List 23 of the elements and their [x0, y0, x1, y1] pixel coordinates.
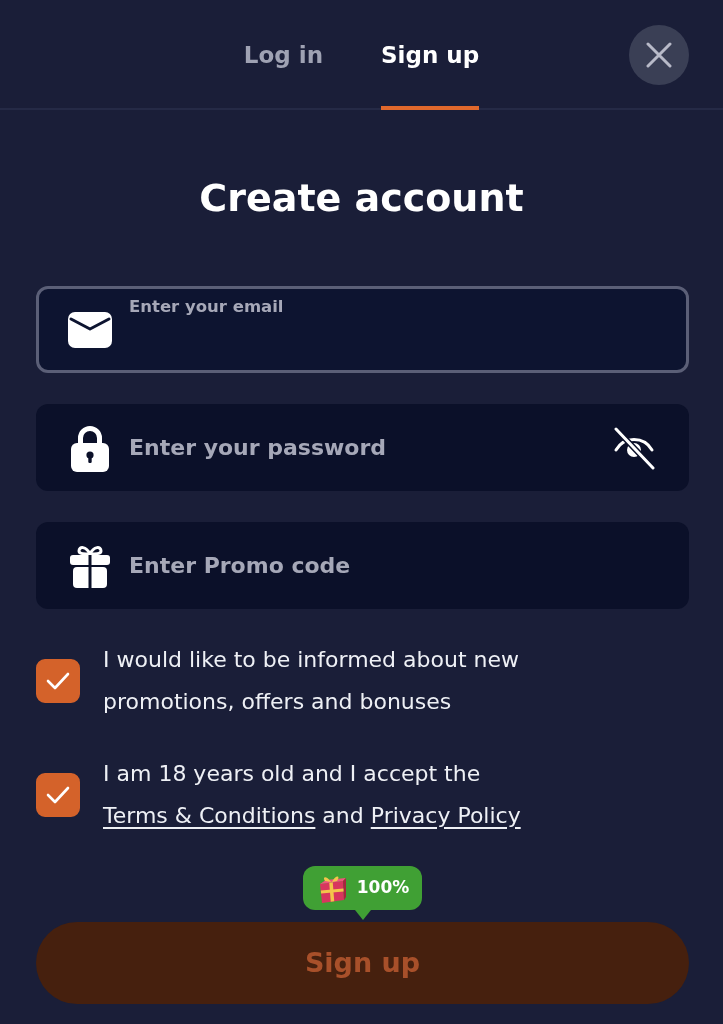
- envelope-icon: [68, 311, 112, 348]
- lock-icon: [71, 423, 109, 472]
- checkbox[interactable]: [36, 659, 80, 703]
- form-title: Create account: [198, 175, 525, 222]
- floating-label: Enter your email: [129, 296, 285, 318]
- tab[interactable]: Sign up: [381, 0, 480, 110]
- text-link[interactable]: Privacy Policy: [370, 803, 521, 828]
- text-link[interactable]: Terms & Conditions: [103, 803, 316, 828]
- checkbox[interactable]: [36, 773, 80, 817]
- promo-code-field[interactable]: Enter Promo code: [36, 522, 689, 609]
- check-icon: [46, 672, 70, 690]
- gift-icon: [70, 543, 110, 588]
- bonus-percent: 100%: [356, 876, 410, 900]
- promo-code-input[interactable]: Enter Promo code: [129, 549, 656, 582]
- check-icon: [46, 786, 70, 804]
- consent-text: I would like to be informed about new promotions, offers and bonuses: [103, 646, 520, 716]
- eye-slash-icon[interactable]: [612, 425, 656, 470]
- password-input[interactable]: Enter your password: [129, 431, 595, 464]
- password-field[interactable]: Enter your password: [36, 404, 689, 491]
- email-field[interactable]: Enter your email: [36, 286, 689, 373]
- close-icon: [646, 42, 672, 68]
- tab[interactable]: Log in: [243, 0, 323, 110]
- consent-text: I am 18 years old and I accept the Terms & Conditions and Privacy Policy: [103, 760, 522, 830]
